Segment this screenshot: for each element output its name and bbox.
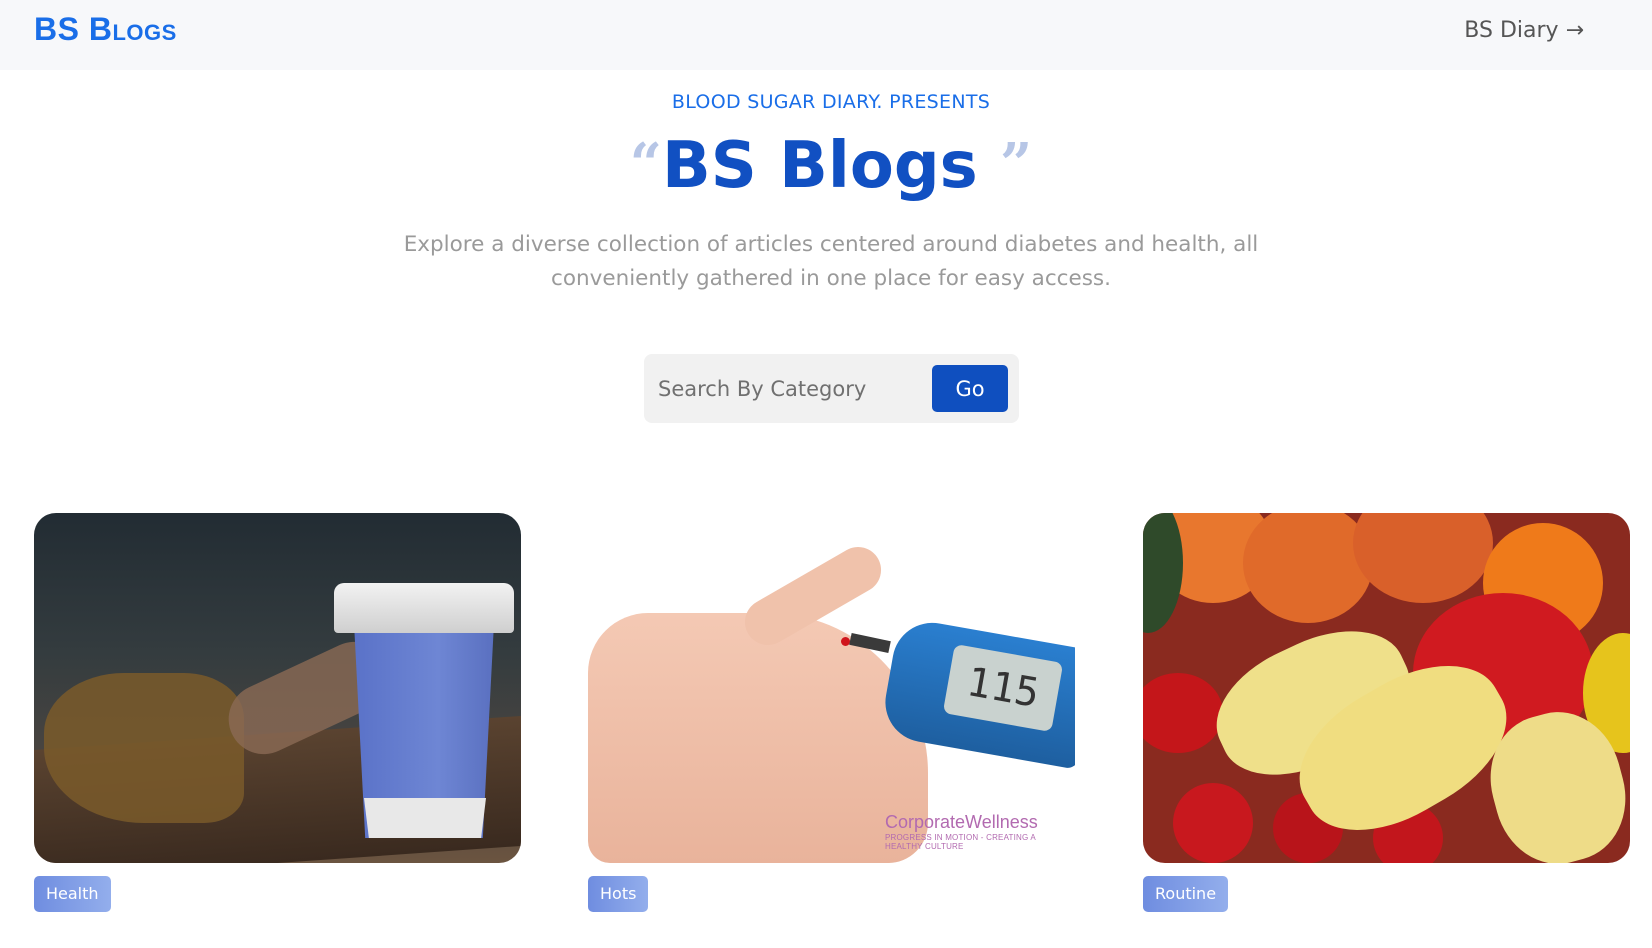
category-tag-routine[interactable]: Routine [1143, 876, 1229, 912]
bs-diary-link[interactable]: BS Diary → [1464, 18, 1584, 43]
arrow-right-icon: → [1565, 18, 1584, 43]
watermark-main: CorporateWellness [885, 812, 1038, 832]
open-quote-icon: “ [629, 131, 662, 197]
vegetables-image[interactable] [1143, 513, 1630, 863]
category-tag-hots[interactable]: Hots [588, 876, 649, 912]
cup-lid [334, 583, 514, 633]
hero-subtitle: Explore a diverse collection of articles… [403, 232, 1259, 291]
cloth-shape [44, 673, 244, 823]
go-button[interactable]: Go [932, 365, 1008, 412]
carrot-shape [1243, 513, 1373, 623]
watermark-sub: PROGRESS IN MOTION - CREATING A HEALTHY … [885, 833, 1036, 851]
brand-logo[interactable]: BS Blogs [34, 11, 177, 48]
close-quote-icon: ” [1000, 131, 1033, 197]
glucose-meter-image[interactable]: 115 CorporateWellness PROGRESS IN MOTION… [588, 513, 1075, 863]
category-tag-health[interactable]: Health [34, 876, 111, 912]
tomato-shape [1143, 673, 1223, 753]
blog-card-hots[interactable]: 115 CorporateWellness PROGRESS IN MOTION… [588, 513, 1075, 863]
carrot-shape [1353, 513, 1493, 603]
broccoli-shape [1143, 513, 1183, 633]
blog-card-routine[interactable] [1143, 513, 1630, 863]
cup-bottom [364, 798, 486, 838]
navbar: BS Blogs BS Diary → [0, 0, 1652, 70]
image-watermark: CorporateWellness PROGRESS IN MOTION - C… [885, 812, 1075, 851]
coffee-cup-image[interactable] [34, 513, 521, 863]
page-title: “BS Blogs ” [0, 126, 1652, 206]
tomato-shape [1173, 783, 1253, 863]
hero-eyebrow: BLOOD SUGAR DIARY. PRESENTS [671, 91, 991, 113]
bs-diary-link-label: BS Diary [1464, 18, 1559, 43]
blog-card-health[interactable] [34, 513, 521, 863]
search-input[interactable] [658, 368, 928, 409]
page-title-text: BS Blogs [661, 129, 978, 203]
search-form: Go [644, 354, 1019, 423]
